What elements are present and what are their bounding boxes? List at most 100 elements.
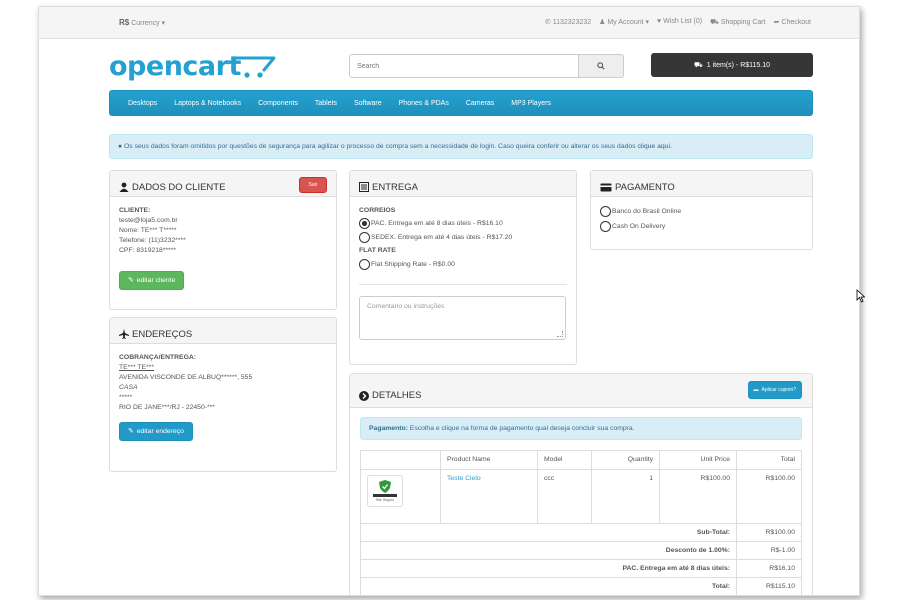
caret-down-icon: ▾	[161, 20, 166, 27]
wish-list-text: Wish List (0)	[663, 18, 703, 25]
menu-item-cameras[interactable]: Cameras	[466, 100, 494, 107]
shield-icon	[379, 480, 391, 493]
customer-label: CLIENTE:	[119, 207, 151, 214]
edit-address-label: editar endereço	[136, 427, 184, 435]
apply-coupon-label: Aplicar cupom?	[761, 387, 796, 393]
phone-icon: ✆	[544, 19, 551, 26]
product-unit-price-cell: R$100.00	[659, 469, 737, 524]
menu-item-software[interactable]: Software	[354, 100, 382, 107]
shopping-cart-link[interactable]: ⛟ Shopping Cart	[710, 18, 766, 27]
product-name-link[interactable]: Teste Cielo	[447, 475, 481, 482]
shipping-group-flat: FLAT RATE	[359, 247, 396, 254]
payment-option-bb[interactable]: Banco do Brasil Online	[600, 206, 803, 217]
shipping-option-flat[interactable]: Flat Shipping Rate - R$0.00	[359, 259, 567, 270]
top-links: ✆ 1132323232 ♟ My Account ▾ ♥ Wish List …	[545, 18, 811, 27]
user-icon	[119, 182, 129, 192]
product-thumbnail[interactable]: Site Seguro	[367, 475, 403, 507]
subtotal-value: R$100.00	[736, 523, 802, 542]
details-panel: DETALHES ▬ Aplicar cupom? Pagamento: Esc…	[349, 373, 813, 595]
shipping-divider	[359, 284, 567, 285]
payment-option-cod-label: Cash On Delivery	[612, 222, 666, 230]
menu-item-phones[interactable]: Phones & PDAs	[399, 100, 449, 107]
column-unit-price: Unit Price	[659, 450, 737, 470]
totals-row: Desconto de 1.00%: R$-1.00	[360, 541, 802, 560]
shipping-group-correios: CORREIOS	[359, 207, 396, 214]
thumb-caption: Site Seguro	[375, 498, 395, 502]
product-thumb-cell: Site Seguro	[360, 469, 441, 524]
credit-card-icon	[600, 183, 612, 191]
logout-button[interactable]: Sair	[299, 177, 327, 193]
pencil-icon: ✎	[128, 427, 134, 435]
product-name-cell: Teste Cielo	[440, 469, 538, 524]
shipping-option-pac[interactable]: PAC. Entrega em até 8 dias úteis - R$16.…	[359, 218, 567, 229]
cart-icon: ⛟	[710, 19, 719, 26]
search-box	[349, 54, 579, 78]
logo-cart-icon	[234, 56, 276, 78]
grand-total-value: R$115.10	[736, 577, 802, 595]
radio-cod[interactable]	[600, 221, 611, 232]
address-hidden: *****	[119, 394, 133, 401]
edit-address-button[interactable]: ✎ editar endereço	[119, 422, 193, 441]
shopping-cart-text: Shopping Cart	[720, 19, 766, 26]
address-city: RIO DE JANE***/RJ - 22450-***	[119, 404, 215, 411]
product-total-cell: R$100.00	[736, 469, 802, 524]
menu-item-components[interactable]: Components	[258, 100, 298, 107]
share-icon: ➦	[773, 19, 780, 26]
ticket-icon: ▬	[753, 387, 759, 393]
radio-bb[interactable]	[600, 206, 611, 217]
pencil-icon: ✎	[128, 276, 134, 284]
table-row: Site Seguro Teste Cielo ccc 1 R$100.00 R…	[360, 469, 802, 524]
user-icon: ♟	[599, 19, 606, 26]
main-menu: Desktops Laptops & Notebooks Components …	[109, 90, 813, 116]
search-button[interactable]	[579, 54, 624, 78]
order-table: Product Name Model Quantity Unit Price T…	[360, 450, 802, 595]
radio-sedex[interactable]	[359, 232, 370, 243]
currency-label: Currency	[131, 20, 160, 27]
address-panel: ENDEREÇOS COBRANÇA/ENTREGA: TE*** TE*** …	[109, 317, 337, 472]
wish-list-link[interactable]: ♥ Wish List (0)	[657, 18, 702, 27]
info-icon: ●	[118, 143, 123, 150]
alert-link[interactable]: clique aqui.	[637, 143, 671, 150]
checkout-text: Checkout	[781, 19, 811, 26]
menu-item-desktops[interactable]: Desktops	[128, 100, 157, 107]
cart-button[interactable]: ⛟ 1 item(s) - R$115.10	[651, 53, 813, 77]
my-account-link[interactable]: ♟ My Account ▾	[599, 18, 649, 27]
payment-info-box: Pagamento: Escolha e clique na forma de …	[360, 417, 802, 440]
shipping-panel-title: ENTREGA	[372, 181, 418, 193]
radio-pac[interactable]	[359, 218, 370, 229]
grand-total-label: Total:	[360, 577, 737, 595]
totals-row: Sub-Total: R$100.00	[360, 523, 802, 542]
radio-flat[interactable]	[359, 259, 370, 270]
shipping-option-pac-label: PAC. Entrega em até 8 dias úteis - R$16.…	[371, 219, 503, 227]
phone-text: 1132323232	[552, 19, 592, 26]
menu-item-tablets[interactable]: Tablets	[315, 100, 337, 107]
site-logo[interactable]: opencart	[109, 51, 241, 82]
menu-item-laptops[interactable]: Laptops & Notebooks	[174, 100, 241, 107]
cart-icon: ⛟	[693, 61, 703, 69]
checkout-link[interactable]: ➦ Checkout	[774, 18, 811, 27]
thumb-tag	[373, 494, 397, 497]
heart-icon: ♥	[657, 18, 662, 25]
payment-panel-title: PAGAMENTO	[615, 181, 675, 193]
column-model: Model	[537, 450, 592, 470]
customer-email: teste@loja5.com.br	[119, 217, 178, 224]
phone-link[interactable]: ✆ 1132323232	[545, 18, 591, 27]
apply-coupon-button[interactable]: ▬ Aplicar cupom?	[747, 381, 802, 399]
address-panel-header: ENDEREÇOS	[110, 318, 336, 344]
customer-cpf: CPF: 8319218*****	[119, 247, 177, 254]
payment-info-text: Escolha e clique na forma de pagamento q…	[407, 425, 635, 432]
top-bar: R$ Currency ▾ ✆ 1132323232 ♟ My Account …	[39, 7, 859, 39]
menu-item-mp3[interactable]: MP3 Players	[511, 100, 551, 107]
shipping-option-sedex[interactable]: SEDEX. Entrega em até 4 dias úteis - R$1…	[359, 232, 567, 243]
currency-dropdown[interactable]: R$ Currency ▾	[119, 18, 165, 27]
currency-symbol: R$	[119, 18, 130, 27]
address-name: TE*** TE***	[119, 364, 155, 371]
payment-option-cod[interactable]: Cash On Delivery	[600, 221, 803, 232]
column-product-name: Product Name	[440, 450, 538, 470]
edit-customer-button[interactable]: ✎ editar cliente	[119, 271, 185, 290]
totals-row: PAC. Entrega em até 8 dias úteis: R$16.1…	[360, 559, 802, 578]
shipping-total-label: PAC. Entrega em até 8 dias úteis:	[360, 559, 737, 578]
my-account-text: My Account	[607, 19, 644, 26]
comment-textarea[interactable]: Comentario ou instruções	[359, 296, 566, 340]
search-input[interactable]	[350, 55, 578, 77]
